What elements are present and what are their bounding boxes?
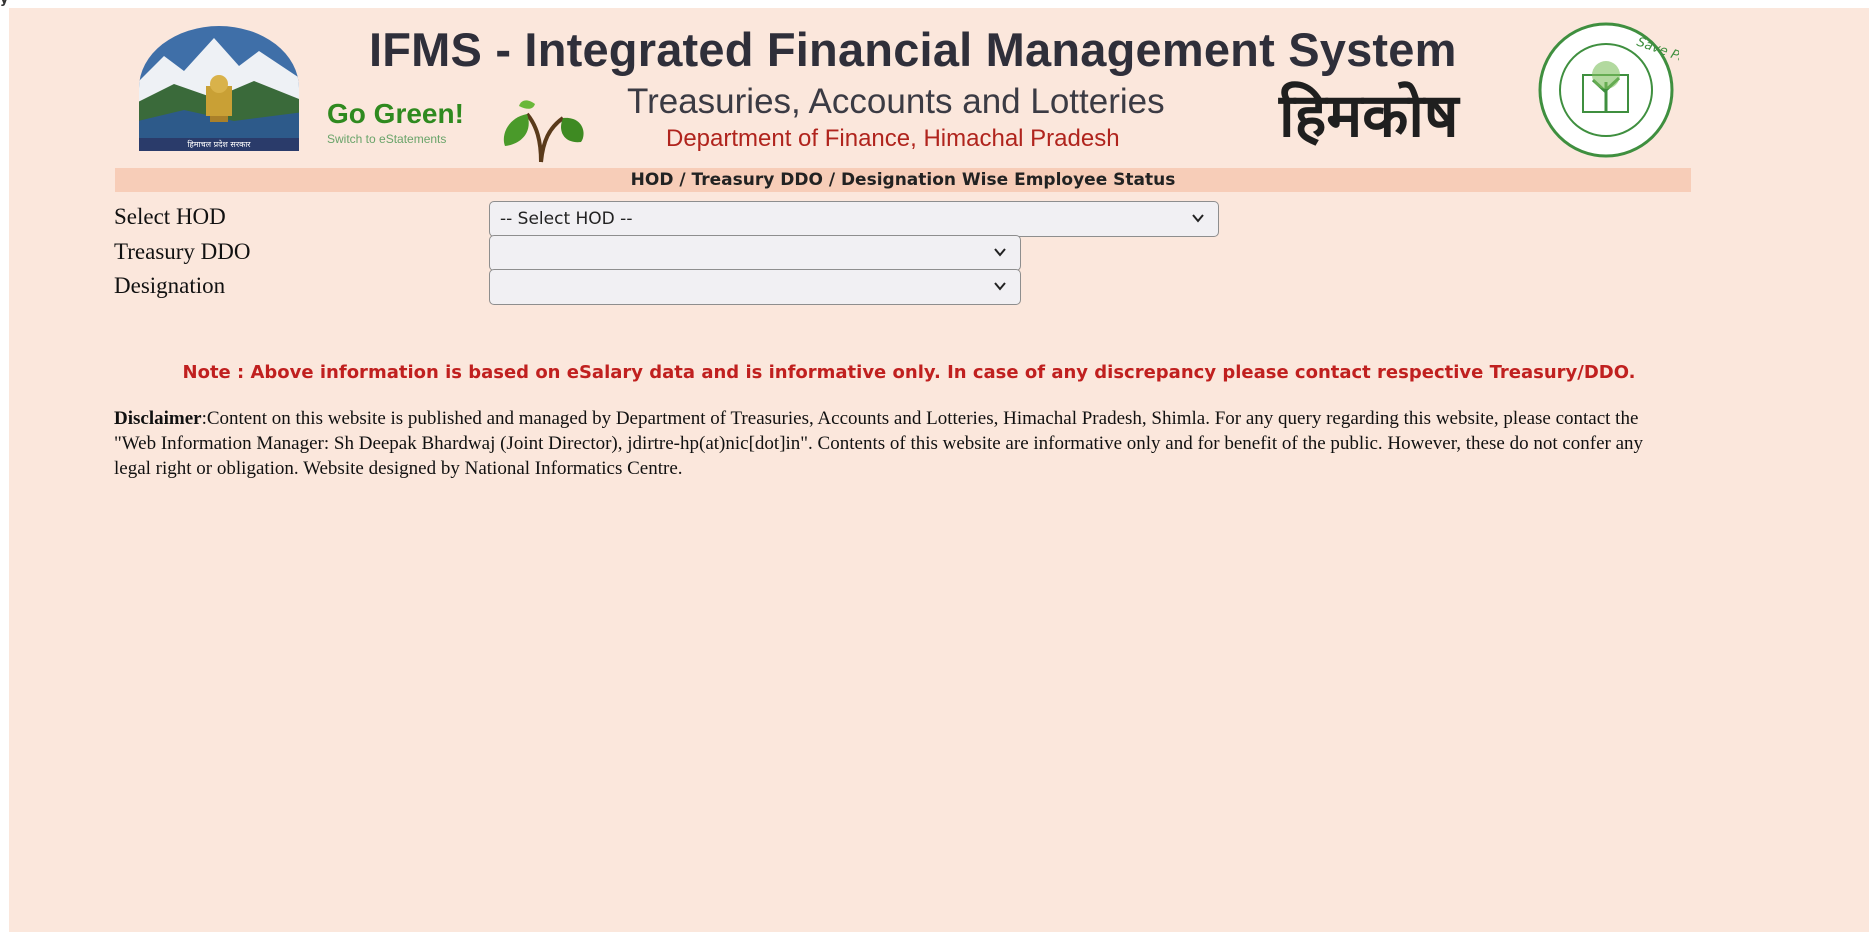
department-name: Department of Finance, Himachal Pradesh [666, 125, 1120, 152]
chevron-down-icon [994, 248, 1006, 257]
designation-select[interactable] [489, 269, 1021, 305]
disclaimer-label: Disclaimer [114, 408, 202, 429]
designation-label: Designation [114, 273, 226, 298]
disclaimer-text: :Content on this website is published an… [114, 408, 1644, 479]
hindi-brand: हिमकोष [1279, 81, 1459, 151]
hod-select[interactable]: -- Select HOD -- [489, 201, 1219, 237]
chevron-down-icon [994, 282, 1006, 291]
emblem-text: हिमाचल प्रदेश सरकार [187, 139, 251, 149]
state-emblem-icon: हिमाचल प्रदेश सरकार [139, 26, 299, 151]
disclaimer: Disclaimer:Content on this website is pu… [114, 406, 1679, 481]
note-text: Note : Above information is based on eSa… [182, 362, 1636, 383]
leaf-icon [503, 100, 584, 163]
app-title: IFMS - Integrated Financial Management S… [369, 23, 1457, 76]
page: हिमाचल प्रदेश सरकार IFMS - Integrated Fi… [9, 8, 1869, 932]
hod-label: Select HOD [114, 204, 226, 229]
treasury-ddo-label: Treasury DDO [114, 239, 251, 264]
corner-mark: y [0, 0, 8, 7]
treasury-ddo-select[interactable] [489, 235, 1021, 271]
app-subtitle: Treasuries, Accounts and Lotteries [627, 82, 1165, 121]
section-title: HOD / Treasury DDO / Designation Wise Em… [115, 168, 1691, 192]
go-green-subtext: Switch to eStatements [327, 132, 447, 146]
save-paper-seal-icon: Save Paper [1538, 22, 1679, 158]
hod-select-value: -- Select HOD -- [500, 209, 633, 229]
chevron-down-icon [1192, 214, 1204, 223]
header: हिमाचल प्रदेश सरकार IFMS - Integrated Fi… [9, 8, 1869, 168]
go-green-label: Go Green! [327, 98, 464, 129]
